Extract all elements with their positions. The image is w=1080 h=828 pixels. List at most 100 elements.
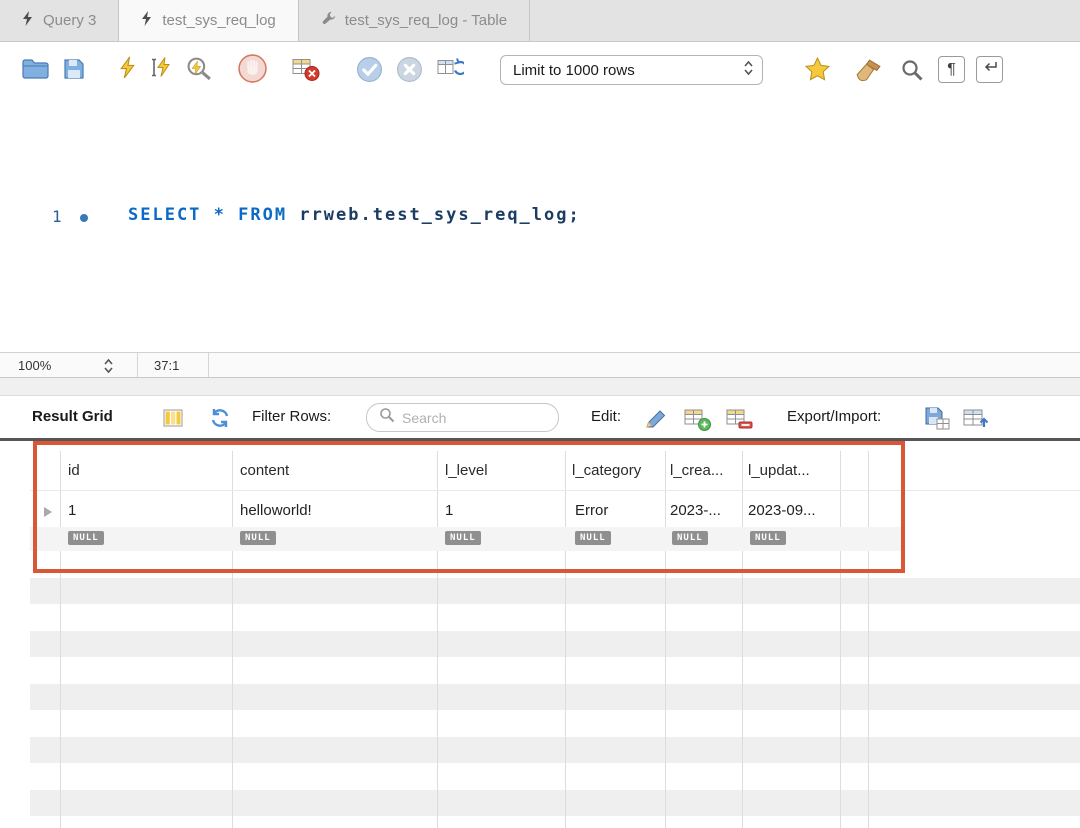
lightning-icon [22, 11, 34, 30]
export-icon [924, 406, 950, 435]
edit-label: Edit: [591, 408, 622, 425]
toggle-invisible-characters-button[interactable]: ¶ [938, 56, 965, 83]
search-icon [379, 407, 395, 428]
column-header-content[interactable]: content [240, 462, 289, 479]
toggle-stop-on-error-button[interactable] [292, 55, 320, 87]
delete-row-button[interactable] [726, 407, 753, 436]
import-recordset-button[interactable] [962, 406, 989, 435]
sql-operator: * [201, 205, 239, 225]
edit-cell-button[interactable] [645, 409, 671, 434]
pilcrow-icon: ¶ [947, 60, 956, 78]
pencil-icon [645, 409, 671, 434]
column-header-l-crea[interactable]: l_crea... [670, 462, 723, 479]
sql-keyword: SELECT [128, 205, 202, 225]
null-badge[interactable]: NULL [672, 531, 708, 545]
cell-id[interactable]: 1 [68, 502, 76, 519]
result-grid: id content l_level l_category l_crea... … [0, 441, 1080, 828]
insert-row-button[interactable] [684, 407, 711, 436]
folder-icon [22, 58, 49, 84]
save-snippet-button[interactable] [803, 56, 832, 89]
broom-icon [853, 58, 884, 88]
commit-button[interactable] [356, 56, 383, 88]
null-badge[interactable]: NULL [68, 531, 104, 545]
refresh-button[interactable] [209, 407, 231, 434]
tab-query-3[interactable]: Query 3 [0, 0, 120, 41]
column-separator[interactable] [437, 451, 438, 828]
wrap-return-icon [982, 60, 998, 79]
column-separator[interactable] [840, 451, 841, 828]
stop-query-button[interactable] [237, 53, 268, 89]
column-separator[interactable] [60, 451, 61, 828]
sql-editor[interactable]: 1 SELECT * FROM rrweb.test_sys_req_log; [0, 97, 1080, 352]
lightning-icon [120, 56, 136, 84]
sql-keyword: FROM [238, 205, 288, 225]
table-add-icon [684, 407, 711, 436]
zoom-stepper[interactable] [103, 357, 114, 378]
tab-label: test_sys_req_log - Table [344, 12, 508, 29]
editor-tab-bar: Query 3 test_sys_req_log test_sys_req_lo… [0, 0, 1080, 42]
result-grid-title: Result Grid [32, 408, 113, 425]
save-button[interactable] [63, 58, 85, 85]
column-header-l-level[interactable]: l_level [445, 462, 488, 479]
header-divider [30, 490, 1080, 491]
filter-search-box[interactable] [366, 403, 559, 432]
null-badge[interactable]: NULL [575, 531, 611, 545]
column-separator[interactable] [742, 451, 743, 828]
export-import-label: Export/Import: [787, 408, 882, 425]
beautify-sql-button[interactable] [853, 58, 884, 88]
execute-current-statement-button[interactable] [149, 56, 173, 84]
cell-content[interactable]: helloworld! [240, 502, 312, 519]
null-badge[interactable]: NULL [445, 531, 481, 545]
cell-l-category[interactable]: Error [575, 502, 608, 519]
column-separator[interactable] [868, 451, 869, 828]
grid-columns-icon [163, 408, 183, 433]
column-header-l-updat[interactable]: l_updat... [748, 462, 810, 479]
refresh-icon [209, 407, 231, 434]
tab-label: Query 3 [43, 12, 97, 29]
pane-splitter[interactable] [0, 378, 1080, 396]
explain-query-button[interactable] [186, 56, 213, 86]
autocommit-icon [436, 56, 468, 86]
stop-hand-icon [237, 53, 268, 89]
column-separator[interactable] [565, 451, 566, 828]
query-toolbar: Limit to 1000 rows ¶ [0, 42, 1080, 97]
table-delete-icon [726, 407, 753, 436]
cell-l-crea[interactable]: 2023-... [670, 502, 721, 519]
star-icon [803, 56, 832, 89]
column-separator[interactable] [665, 451, 666, 828]
row-limit-dropdown[interactable]: Limit to 1000 rows [500, 55, 763, 85]
lightning-icon [141, 11, 153, 30]
toggle-autocommit-button[interactable] [436, 56, 468, 86]
cell-l-updat[interactable]: 2023-09... [748, 502, 816, 519]
tab-test-sys-req-log[interactable]: test_sys_req_log [119, 0, 299, 41]
tab-test-sys-req-log-table[interactable]: test_sys_req_log - Table [299, 0, 531, 41]
row-limit-value: Limit to 1000 rows [513, 61, 635, 79]
column-header-l-category[interactable]: l_category [572, 462, 641, 479]
open-file-button[interactable] [22, 58, 49, 84]
stepper-chevrons-icon [103, 357, 114, 378]
stepper-chevrons-icon [743, 59, 754, 81]
execute-query-button[interactable] [120, 56, 136, 84]
lightning-cursor-icon [149, 56, 173, 84]
row-marker[interactable] [44, 507, 52, 517]
rollback-button[interactable] [396, 56, 423, 88]
search-input[interactable] [402, 409, 546, 426]
import-icon [962, 406, 989, 435]
tab-label: test_sys_req_log [162, 12, 276, 29]
grid-view-button[interactable] [163, 408, 183, 433]
find-button[interactable] [900, 58, 924, 87]
cursor-position: 37:1 [154, 358, 180, 373]
check-circle-icon [356, 56, 383, 88]
magnifier-icon [900, 58, 924, 87]
magnifier-lightning-icon [186, 56, 213, 86]
cell-l-level[interactable]: 1 [445, 502, 453, 519]
null-badge[interactable]: NULL [750, 531, 786, 545]
null-badge[interactable]: NULL [240, 531, 276, 545]
column-separator[interactable] [232, 451, 233, 828]
divider [208, 353, 209, 377]
column-header-id[interactable]: id [68, 462, 80, 479]
export-recordset-button[interactable] [924, 406, 950, 435]
filter-rows-label: Filter Rows: [252, 408, 332, 425]
toggle-word-wrap-button[interactable] [976, 56, 1003, 83]
stop-on-error-icon [292, 55, 320, 87]
